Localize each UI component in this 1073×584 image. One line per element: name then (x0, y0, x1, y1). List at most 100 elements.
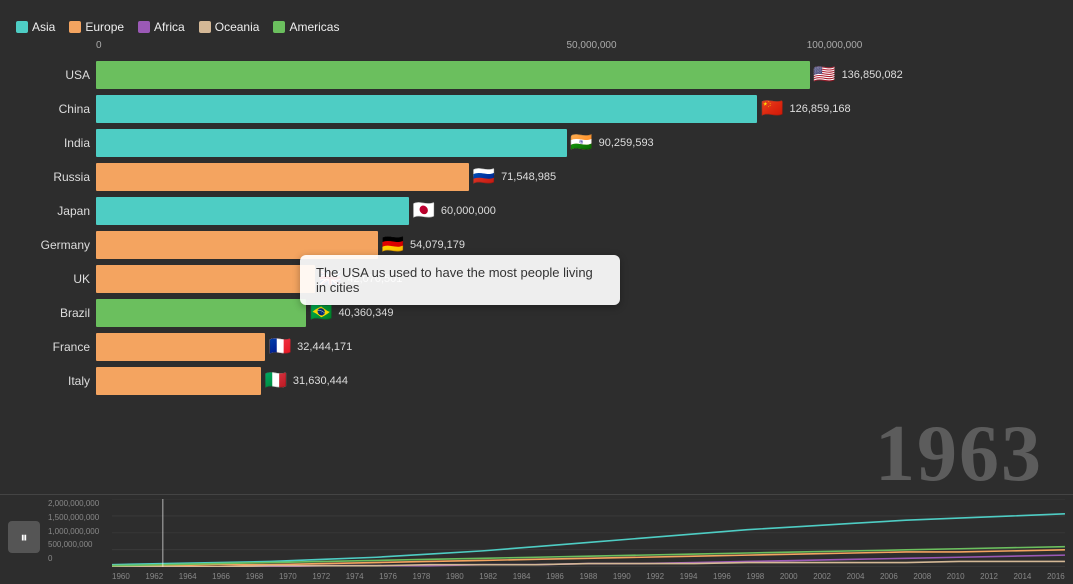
timeline-y-label: 0 (48, 554, 110, 563)
bar-label-japan: Japan (14, 204, 90, 218)
flag-uk: 🇬🇧 (317, 266, 343, 292)
flag-india: 🇮🇳 (569, 130, 595, 156)
bar-row-russia: Russia🇷🇺71,548,985 (96, 160, 1057, 193)
legend-color-americas (273, 21, 285, 33)
timeline-x-label: 1982 (479, 572, 497, 581)
bar-fill-china: 🇨🇳126,859,168 (96, 95, 757, 123)
timeline-x-label: 2010 (947, 572, 965, 581)
timeline-x-label: 2012 (980, 572, 998, 581)
flag-brazil: 🇧🇷 (308, 300, 334, 326)
axis-label-50m: 50,000,000 (567, 40, 617, 51)
bar-row-brazil: Brazil🇧🇷40,360,349 (96, 296, 1057, 329)
flag-germany: 🇩🇪 (380, 232, 406, 258)
legend-label-europe: Europe (85, 20, 124, 34)
header (0, 0, 1073, 16)
timeline-x-label: 1962 (145, 572, 163, 581)
timeline-y-label: 1,000,000,000 (48, 527, 110, 536)
legend-color-europe (69, 21, 81, 33)
bar-fill-india: 🇮🇳90,259,593 (96, 129, 567, 157)
timeline-x-label: 1960 (112, 572, 130, 581)
flag-usa: 🇺🇸 (812, 62, 838, 88)
timeline-x-label: 2000 (780, 572, 798, 581)
bar-fill-brazil: 🇧🇷40,360,349 (96, 299, 306, 327)
bar-label-italy: Italy (14, 374, 90, 388)
timeline-x-label: 1988 (579, 572, 597, 581)
bar-value-japan: 60,000,000 (441, 205, 496, 217)
legend-label-asia: Asia (32, 20, 55, 34)
bar-label-russia: Russia (14, 170, 90, 184)
timeline-x-label: 1994 (680, 572, 698, 581)
timeline-x-label: 1980 (446, 572, 464, 581)
timeline-y-label: 2,000,000,000 (48, 499, 110, 508)
timeline-x-label: 1970 (279, 572, 297, 581)
bar-row-italy: Italy🇮🇹31,630,444 (96, 364, 1057, 397)
flag-italy: 🇮🇹 (263, 368, 289, 394)
timeline-x-label: 1966 (212, 572, 230, 581)
legend-label-americas: Americas (289, 20, 339, 34)
bar-label-china: China (14, 102, 90, 116)
chart-area: 0 50,000,000 100,000,000 USA🇺🇸136,850,08… (0, 36, 1073, 397)
legend-item-asia[interactable]: Asia (16, 20, 55, 34)
legend-label-africa: Africa (154, 20, 185, 34)
bar-row-uk: UK🇬🇧42,070,501 (96, 262, 1057, 295)
timeline-y-label: 500,000,000 (48, 540, 110, 549)
play-pause-icon: ⏸ (21, 529, 28, 546)
timeline-area: ⏸ 2,000,000,000 1,500,000,000 1,000,000,00… (0, 494, 1073, 584)
legend-color-africa (138, 21, 150, 33)
timeline-chart: 2,000,000,000 1,500,000,000 1,000,000,000 5… (48, 499, 1065, 581)
flag-russia: 🇷🇺 (471, 164, 497, 190)
bar-row-china: China🇨🇳126,859,168 (96, 92, 1057, 125)
legend-color-asia (16, 21, 28, 33)
bar-value-russia: 71,548,985 (501, 171, 556, 183)
timeline-x-label: 2008 (913, 572, 931, 581)
flag-japan: 🇯🇵 (411, 198, 437, 224)
bar-fill-france: 🇫🇷32,444,171 (96, 333, 265, 361)
flag-china: 🇨🇳 (759, 96, 785, 122)
legend-color-oceania (199, 21, 211, 33)
bar-fill-japan: 🇯🇵60,000,000 (96, 197, 409, 225)
bar-label-uk: UK (14, 272, 90, 286)
timeline-x-label: 2016 (1047, 572, 1065, 581)
bar-fill-italy: 🇮🇹31,630,444 (96, 367, 261, 395)
play-pause-button[interactable]: ⏸ (8, 521, 40, 553)
bar-fill-germany: 🇩🇪54,079,179 (96, 231, 378, 259)
legend-item-americas[interactable]: Americas (273, 20, 339, 34)
bar-label-india: India (14, 136, 90, 150)
axis-label-100m: 100,000,000 (807, 40, 863, 51)
bar-row-japan: Japan🇯🇵60,000,000 (96, 194, 1057, 227)
legend-item-africa[interactable]: Africa (138, 20, 185, 34)
bar-row-india: India🇮🇳90,259,593 (96, 126, 1057, 159)
bar-fill-usa: 🇺🇸136,850,082 (96, 61, 810, 89)
legend-label-oceania: Oceania (215, 20, 260, 34)
timeline-x-label: 1996 (713, 572, 731, 581)
bar-value-italy: 31,630,444 (293, 375, 348, 387)
timeline-x-label: 1972 (312, 572, 330, 581)
legend-item-oceania[interactable]: Oceania (199, 20, 260, 34)
bar-row-france: France🇫🇷32,444,171 (96, 330, 1057, 363)
bar-value-uk: 42,070,501 (347, 273, 402, 285)
timeline-x-label: 2006 (880, 572, 898, 581)
bar-row-germany: Germany🇩🇪54,079,179 (96, 228, 1057, 261)
axis-label-0: 0 (96, 40, 102, 51)
timeline-x-label: 1968 (246, 572, 264, 581)
bar-label-france: France (14, 340, 90, 354)
timeline-x-label: 1976 (379, 572, 397, 581)
bar-fill-russia: 🇷🇺71,548,985 (96, 163, 469, 191)
legend-item-europe[interactable]: Europe (69, 20, 124, 34)
timeline-x-label: 2014 (1014, 572, 1032, 581)
bar-row-usa: USA🇺🇸136,850,082 (96, 58, 1057, 91)
timeline-y-label: 1,500,000,000 (48, 513, 110, 522)
bar-label-brazil: Brazil (14, 306, 90, 320)
timeline-x-label: 1986 (546, 572, 564, 581)
timeline-x-label: 1964 (179, 572, 197, 581)
timeline-x-label: 1978 (413, 572, 431, 581)
timeline-x-label: 1984 (513, 572, 531, 581)
bar-value-china: 126,859,168 (789, 103, 850, 115)
bar-label-germany: Germany (14, 238, 90, 252)
legend: Asia Europe Africa Oceania Americas (0, 16, 1073, 36)
timeline-x-label: 1992 (646, 572, 664, 581)
bar-fill-uk: 🇬🇧42,070,501 (96, 265, 315, 293)
bar-value-usa: 136,850,082 (842, 69, 903, 81)
bar-value-brazil: 40,360,349 (338, 307, 393, 319)
bar-label-usa: USA (14, 68, 90, 82)
